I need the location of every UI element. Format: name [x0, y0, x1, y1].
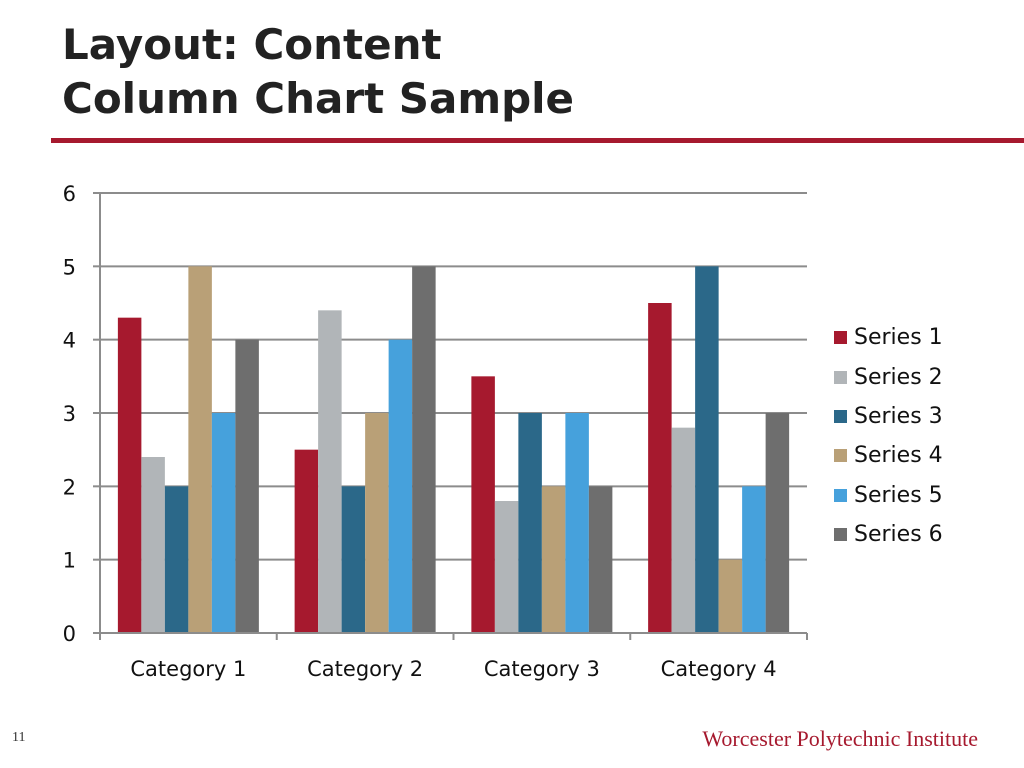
- bar-series-1-cat-1: [117, 317, 142, 633]
- legend-label: Series 2: [854, 364, 943, 390]
- legend-item: Series 3: [834, 397, 943, 436]
- bar-series-4-cat-4: [718, 559, 743, 633]
- bar-series-6-cat-4: [765, 413, 790, 633]
- legend-swatch: [834, 331, 847, 345]
- legend-label: Series 1: [854, 325, 943, 351]
- legend-swatch: [834, 370, 847, 384]
- page-number: 11: [12, 730, 26, 745]
- y-tick-label: 4: [63, 329, 76, 353]
- x-tick-label: Category 1: [130, 657, 246, 681]
- bar-series-1-cat-3: [471, 376, 495, 633]
- bar-series-2-cat-3: [494, 501, 519, 633]
- organization-name: Worcester Polytechnic Institute: [702, 726, 978, 751]
- bar-series-4-cat-2: [365, 413, 389, 633]
- y-tick-label: 6: [63, 182, 76, 206]
- bar-series-2-cat-1: [141, 457, 165, 633]
- legend-label: Series 6: [854, 522, 943, 548]
- legend-swatch: [834, 488, 847, 502]
- bar-series-2-cat-2: [318, 310, 342, 633]
- legend-label: Series 3: [854, 403, 943, 429]
- bar-series-1-cat-2: [294, 449, 319, 633]
- bar-series-2-cat-4: [671, 427, 696, 633]
- bar-series-6-cat-3: [588, 486, 613, 633]
- y-tick-label: 3: [63, 402, 76, 426]
- legend-swatch: [834, 528, 847, 542]
- legend-item: Series 6: [834, 515, 943, 554]
- bar-series-5-cat-1: [211, 413, 236, 633]
- legend-item: Series 2: [834, 357, 943, 396]
- legend-item: Series 4: [834, 436, 943, 475]
- x-tick-label: Category 4: [661, 657, 777, 681]
- legend-swatch: [834, 409, 847, 423]
- y-tick-label: 0: [63, 622, 76, 646]
- bar-series-6-cat-1: [235, 339, 259, 633]
- bar-series-6-cat-2: [412, 266, 436, 633]
- bar-series-1-cat-4: [648, 303, 672, 633]
- y-tick-labels: 0 1 2 3 4 5 6: [63, 182, 76, 646]
- legend-label: Series 5: [854, 482, 943, 508]
- bars: [117, 266, 790, 633]
- legend-swatch: [834, 449, 847, 463]
- bar-series-3-cat-4: [695, 266, 719, 633]
- bar-series-5-cat-2: [388, 339, 413, 633]
- bar-series-3-cat-1: [164, 486, 189, 633]
- y-tick-label: 1: [63, 549, 76, 573]
- x-tick-label: Category 3: [484, 657, 600, 681]
- legend-item: Series 5: [834, 476, 943, 515]
- y-tick-label: 2: [63, 475, 76, 499]
- x-tick-label: Category 2: [307, 657, 423, 681]
- bar-series-4-cat-1: [188, 266, 212, 633]
- bar-series-4-cat-3: [541, 486, 566, 633]
- x-tick-labels: Category 1 Category 2 Category 3 Category 4: [130, 657, 776, 681]
- bar-series-3-cat-2: [341, 486, 366, 633]
- bar-series-5-cat-3: [565, 413, 589, 633]
- bar-series-3-cat-3: [518, 413, 542, 633]
- chart-legend: Series 1 Series 2 Series 3 Series 4 Series 5…: [834, 318, 943, 554]
- legend-item: Series 1: [834, 318, 943, 357]
- y-tick-label: 5: [63, 255, 76, 279]
- legend-label: Series 4: [854, 443, 943, 469]
- bar-series-5-cat-4: [742, 486, 766, 633]
